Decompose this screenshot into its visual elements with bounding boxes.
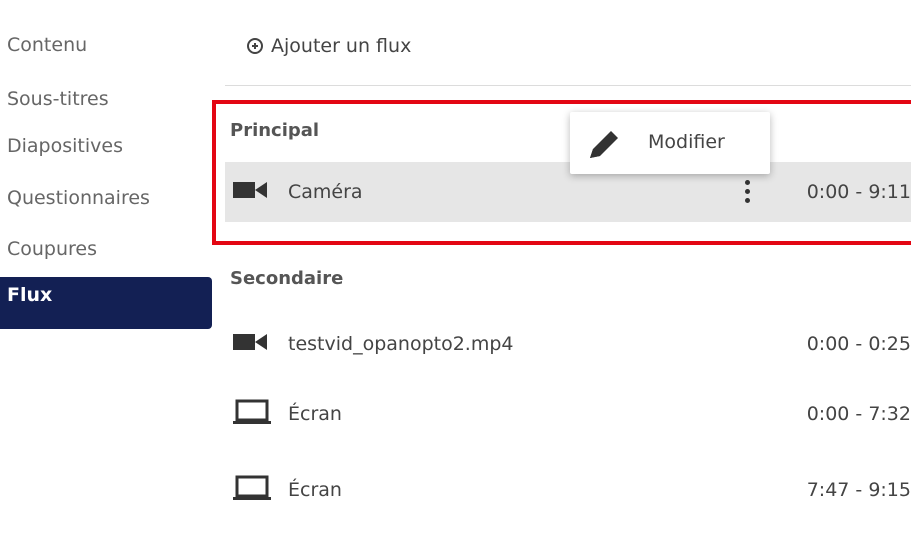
edit-label: Modifier <box>648 131 725 153</box>
video-camera-icon <box>233 331 269 357</box>
stream-time: 0:00 - 0:25 <box>806 333 911 355</box>
sidebar-item-flux[interactable]: Flux <box>0 277 212 329</box>
stream-name: Écran <box>288 479 342 501</box>
stream-name: Caméra <box>288 181 363 203</box>
sidebar-item-questionnaires[interactable]: Questionnaires <box>0 180 150 220</box>
sidebar-item-contenu[interactable]: Contenu <box>0 27 87 67</box>
laptop-icon <box>233 475 273 505</box>
stream-name: testvid_opanopto2.mp4 <box>288 333 514 355</box>
secondary-section-title: Secondaire <box>230 268 344 289</box>
stream-row-ecran-2[interactable]: Écran 7:47 - 9:15 <box>225 460 911 520</box>
primary-section-title: Principal <box>230 120 320 141</box>
stream-row-testvid[interactable]: testvid_opanopto2.mp4 0:00 - 0:25 <box>225 314 911 374</box>
stream-time: 0:00 - 9:11 <box>806 181 911 203</box>
pencil-icon <box>586 128 624 164</box>
laptop-icon <box>233 399 273 429</box>
streams-panel: Principal Caméra 0:00 - 9:11 Secondaire … <box>215 0 911 535</box>
sidebar-item-flux-label: Flux <box>7 284 53 306</box>
more-options-icon[interactable] <box>743 180 751 206</box>
video-camera-icon <box>233 179 269 205</box>
edit-menu-item[interactable]: Modifier <box>570 112 770 174</box>
sidebar: Contenu Sous-titres Diapositives Questio… <box>0 0 215 535</box>
stream-time: 7:47 - 9:15 <box>806 479 911 501</box>
sidebar-item-diapositives[interactable]: Diapositives <box>0 128 123 168</box>
divider <box>225 85 911 86</box>
stream-name: Écran <box>288 403 342 425</box>
stream-time: 0:00 - 7:32 <box>806 403 911 425</box>
sidebar-item-sous-titres[interactable]: Sous-titres <box>0 81 109 121</box>
stream-row-camera[interactable]: Caméra 0:00 - 9:11 <box>225 162 911 222</box>
sidebar-item-coupures[interactable]: Coupures <box>0 231 97 271</box>
stream-row-ecran-1[interactable]: Écran 0:00 - 7:32 <box>225 384 911 444</box>
